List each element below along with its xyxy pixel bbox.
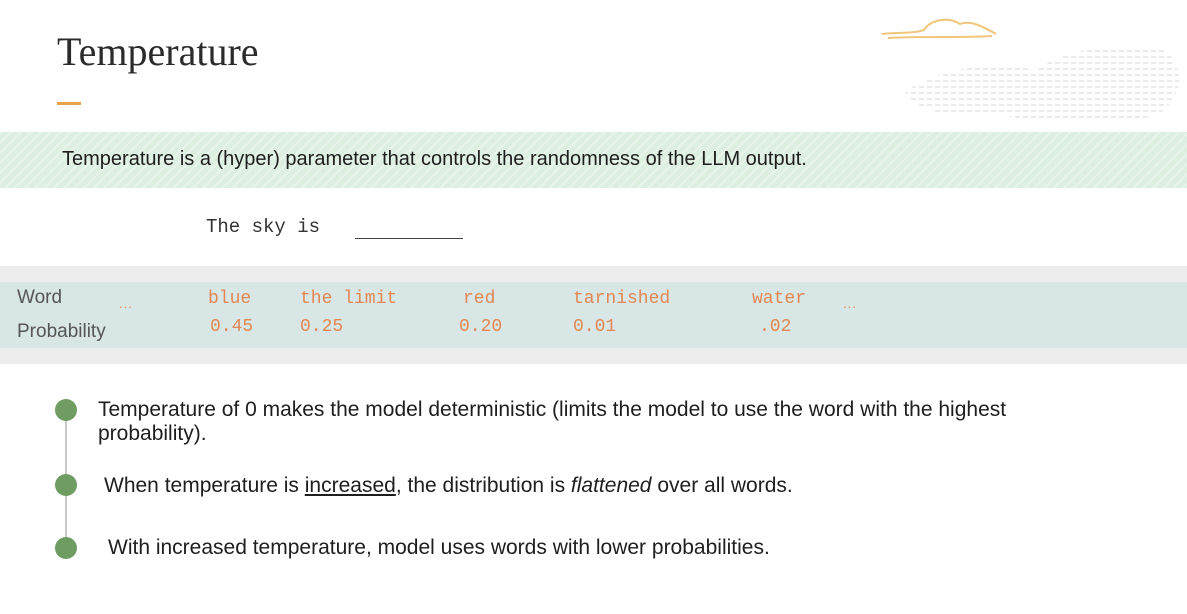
- prob-blue: 0.45: [210, 317, 254, 337]
- bullet-1: Temperature of 0 makes the model determi…: [98, 398, 1006, 446]
- bullet-2: When temperature is increased, the distr…: [104, 474, 793, 498]
- bullet-3: With increased temperature, model uses w…: [108, 536, 770, 559]
- probability-row-label: Probability: [17, 321, 106, 342]
- word-blue: blue: [208, 289, 252, 309]
- word-the-limit: the limit: [300, 289, 398, 309]
- prob-red: 0.20: [459, 317, 503, 337]
- intro-text: Temperature is a (hyper) parameter that …: [62, 148, 807, 170]
- word-tarnished: tarnished: [573, 289, 671, 309]
- bullet-2-mid: , the distribution is: [395, 474, 571, 497]
- word-row-trailing-ellipsis: ...: [843, 296, 857, 311]
- prob-the-limit: 0.25: [300, 317, 344, 337]
- bullet-2-post: over all words.: [651, 474, 793, 497]
- bullet-dot-1: [55, 399, 77, 421]
- texture-decoration-icon: [905, 46, 1180, 122]
- title-accent-bar: [57, 102, 81, 105]
- bullet-2-underlined: increased: [304, 474, 396, 497]
- word-row-label: Word: [17, 287, 63, 308]
- bullet-2-italic: flattened: [570, 474, 652, 497]
- bullet-1-line-1: Temperature of 0 makes the model determi…: [98, 398, 1007, 421]
- prompt-blank: [355, 238, 463, 239]
- word-water: water: [752, 289, 807, 309]
- word-row-ellipsis: ...: [119, 296, 133, 311]
- bullet-dot-2: [55, 474, 77, 496]
- prob-tarnished: 0.01: [573, 317, 617, 337]
- bullet-1-line-2: probability).: [98, 422, 207, 445]
- prob-water: .02: [759, 317, 792, 337]
- bullet-dot-3: [55, 537, 77, 559]
- bullet-2-pre: When temperature is: [104, 474, 305, 497]
- word-red: red: [463, 289, 496, 309]
- slide-title: Temperature: [57, 29, 259, 74]
- prompt-text: The sky is: [206, 216, 321, 238]
